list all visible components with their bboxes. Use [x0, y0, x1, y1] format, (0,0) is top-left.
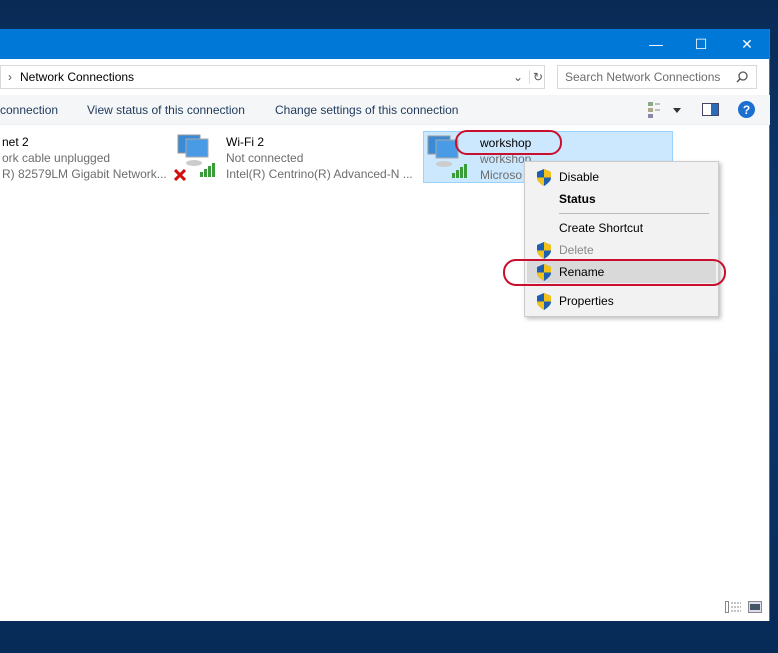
- signal-bars-icon: [200, 163, 215, 177]
- minimize-button[interactable]: —: [633, 29, 679, 59]
- highlight-ring-rename: [503, 259, 726, 286]
- breadcrumb[interactable]: Network Connections: [20, 70, 134, 84]
- connection-status: Not connected: [226, 151, 304, 165]
- connection-adapter: R) 82579LM Gigabit Network...: [2, 167, 167, 181]
- menu-item-create-shortcut[interactable]: Create Shortcut: [527, 217, 716, 239]
- connection-wifi-2[interactable]: Wi-Fi 2 Not connected Intel(R) Centrino(…: [174, 131, 424, 183]
- address-bar[interactable]: › Network Connections ⌄ ↻: [0, 65, 545, 89]
- svg-text:?: ?: [743, 103, 750, 117]
- close-button[interactable]: ✕: [724, 29, 770, 59]
- refresh-icon[interactable]: ↻: [529, 70, 543, 84]
- breadcrumb-chevron-icon: ›: [8, 70, 12, 84]
- connection-status: ork cable unplugged: [2, 151, 111, 165]
- details-view-icon[interactable]: [725, 601, 741, 613]
- menu-item-delete: Delete: [527, 239, 716, 261]
- menu-item-disable[interactable]: Disable: [527, 166, 716, 188]
- signal-bars-icon: [452, 164, 467, 178]
- menu-label: Status: [559, 192, 596, 206]
- disconnected-x-icon: [174, 169, 186, 181]
- network-connections-window: — ☐ ✕ › Network Connections ⌄ ↻ Search N…: [0, 29, 770, 621]
- connection-ethernet-2[interactable]: net 2 ork cable unplugged R) 82579LM Gig…: [0, 131, 200, 183]
- connection-adapter: Intel(R) Centrino(R) Advanced-N ...: [226, 167, 413, 181]
- connection-name: Wi-Fi 2: [226, 135, 264, 149]
- menu-item-properties[interactable]: Properties: [527, 290, 716, 312]
- search-icon[interactable]: [736, 71, 748, 83]
- title-bar: — ☐ ✕: [0, 29, 769, 59]
- uac-shield-icon: [537, 169, 551, 186]
- chevron-down-icon[interactable]: ⌄: [513, 70, 523, 84]
- menu-label: Properties: [559, 294, 614, 308]
- context-menu: Disable Status Create Shortcut Delete Re…: [524, 161, 719, 317]
- search-placeholder: Search Network Connections: [565, 70, 721, 84]
- view-options-icon[interactable]: [648, 102, 684, 118]
- connection-name: net 2: [2, 135, 29, 149]
- connect-command[interactable]: connection: [0, 103, 58, 117]
- command-bar: connection View status of this connectio…: [0, 95, 770, 125]
- menu-label: Delete: [559, 243, 594, 257]
- search-input[interactable]: Search Network Connections: [557, 65, 757, 89]
- menu-item-status[interactable]: Status: [527, 188, 716, 210]
- change-settings-command[interactable]: Change settings of this connection: [275, 103, 458, 117]
- menu-label: Create Shortcut: [559, 221, 644, 235]
- view-status-command[interactable]: View status of this connection: [87, 103, 245, 117]
- help-icon[interactable]: ?: [738, 101, 755, 118]
- menu-label: Disable: [559, 170, 600, 184]
- connection-adapter: Microso: [480, 168, 523, 182]
- menu-separator: [559, 213, 709, 214]
- large-icons-view-icon[interactable]: [748, 601, 762, 613]
- maximize-button[interactable]: ☐: [678, 29, 724, 59]
- preview-pane-icon[interactable]: [702, 103, 719, 116]
- uac-shield-icon: [537, 293, 551, 310]
- uac-shield-icon: [537, 242, 551, 259]
- highlight-ring-name: [455, 130, 562, 155]
